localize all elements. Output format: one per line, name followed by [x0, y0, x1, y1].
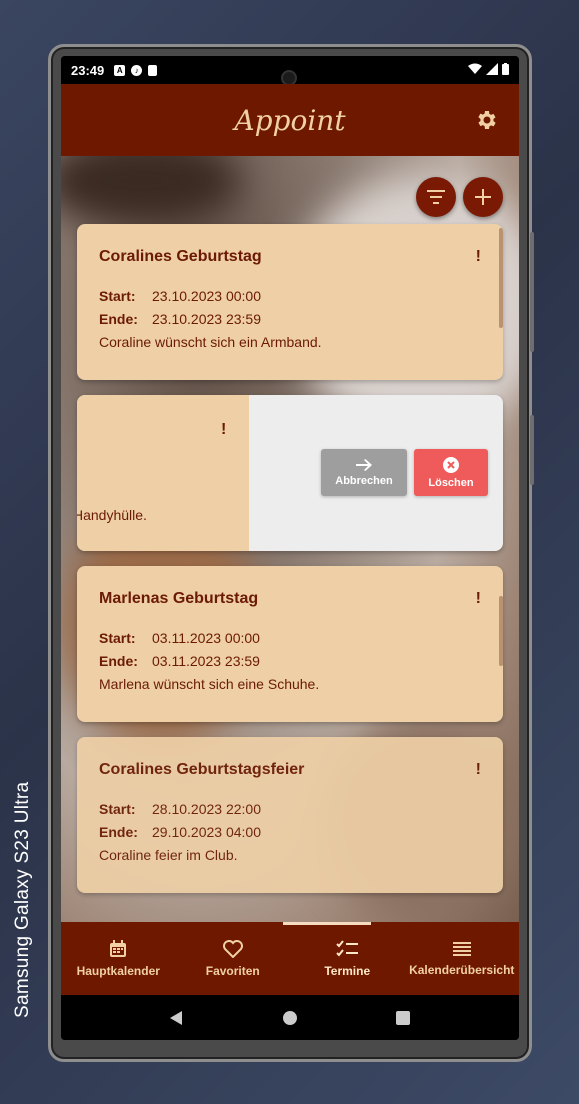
appointment-card-swiped[interactable]: ! Handyhülle.: [77, 395, 249, 551]
start-value: 28.10.2023 22:00: [152, 801, 261, 817]
appointment-title: Marlenas Geburtstag: [99, 590, 259, 607]
nav-item-hauptkalender[interactable]: Hauptkalender: [61, 922, 176, 995]
plus-icon: [475, 189, 491, 205]
nav-item-kalenderuebersicht[interactable]: Kalenderübersicht: [405, 922, 520, 995]
appointment-title: Coralines Geburtstagsfeier: [99, 761, 305, 778]
scrollbar: [499, 596, 503, 666]
start-value: 23.10.2023 00:00: [152, 288, 261, 304]
priority-flag: !: [475, 590, 481, 607]
status-time: 23:49: [71, 62, 105, 78]
side-button: [530, 232, 534, 352]
battery-icon: [502, 63, 509, 75]
scrollbar: [499, 228, 503, 328]
start-label: Start:: [99, 288, 136, 304]
appointment-description: Marlena wünscht sich eine Schuhe.: [99, 676, 320, 692]
swiped-appointment[interactable]: ! Handyhülle. Abbrechen Löschen: [77, 395, 503, 551]
delete-button[interactable]: Löschen: [414, 449, 488, 496]
end-label: Ende:: [99, 824, 138, 840]
app-bar: Appoint: [61, 84, 519, 156]
appointment-description: Handyhülle.: [77, 507, 147, 523]
appointment-card[interactable]: Coralines Geburtstagsfeier ! Start: 28.10…: [77, 737, 503, 893]
side-button: [530, 415, 534, 485]
add-appointment-button[interactable]: [463, 177, 503, 217]
priority-flag: !: [475, 761, 481, 778]
screen: 23:49 A ♪ Appoint Coralines Geburtstag !…: [61, 56, 519, 1040]
calendar-icon: [110, 939, 127, 957]
delete-label: Löschen: [428, 476, 474, 489]
appointment-description: Coraline feier im Club.: [99, 847, 238, 863]
heart-icon: [222, 939, 243, 958]
start-value: 03.11.2023 00:00: [152, 630, 260, 646]
list-icon: [452, 941, 471, 956]
cancel-button[interactable]: Abbrechen: [321, 449, 407, 496]
appointment-title: Coralines Geburtstag: [99, 248, 262, 265]
checklist-icon: [336, 939, 359, 956]
notification-icon: A: [114, 64, 126, 76]
wifi-icon: [468, 63, 482, 74]
app-notification-icon: ♪: [131, 64, 143, 76]
end-label: Ende:: [99, 653, 138, 669]
cancel-label: Abbrechen: [335, 474, 393, 487]
filter-button[interactable]: [416, 177, 456, 217]
arrow-right-icon: [356, 458, 372, 471]
system-navigation-bar: [61, 995, 519, 1040]
gear-icon[interactable]: [475, 108, 499, 132]
priority-flag: !: [475, 248, 481, 265]
appointment-card[interactable]: Marlenas Geburtstag ! Start: 03.11.2023 0…: [77, 566, 503, 722]
appointment-description: Coraline wünscht sich ein Armband.: [99, 334, 322, 350]
home-icon[interactable]: [282, 1010, 298, 1026]
close-circle-icon: [443, 456, 459, 473]
appointments-list[interactable]: Coralines Geburtstag ! Start: 23.10.2023 …: [61, 156, 519, 922]
sim-icon: [148, 64, 158, 76]
recents-icon[interactable]: [396, 1010, 410, 1025]
end-value: 03.11.2023 23:59: [152, 653, 260, 669]
nav-label: Hauptkalender: [76, 963, 160, 978]
nav-label: Termine: [324, 963, 371, 978]
start-label: Start:: [99, 801, 136, 817]
appointment-card[interactable]: Coralines Geburtstag ! Start: 23.10.2023 …: [77, 224, 503, 380]
app-title: Appoint: [234, 103, 346, 137]
device-label: Samsung Galaxy S23 Ultra: [12, 781, 33, 1019]
background-blur: [61, 156, 241, 226]
priority-flag: !: [221, 421, 227, 438]
status-bar: 23:49 A ♪: [61, 56, 519, 86]
nav-label: Kalenderübersicht: [409, 962, 515, 977]
nav-item-favoriten[interactable]: Favoriten: [176, 922, 291, 995]
nav-label: Favoriten: [205, 963, 260, 978]
signal-icon: [486, 63, 498, 75]
end-value: 29.10.2023 04:00: [152, 824, 261, 840]
end-value: 23.10.2023 23:59: [152, 311, 261, 327]
nav-item-termine[interactable]: Termine: [290, 922, 405, 995]
bottom-navigation: Hauptkalender Favoriten Termine Kalender…: [61, 922, 519, 995]
filter-icon: [427, 190, 445, 204]
end-label: Ende:: [99, 311, 138, 327]
start-label: Start:: [99, 630, 136, 646]
back-icon[interactable]: [170, 1010, 184, 1025]
